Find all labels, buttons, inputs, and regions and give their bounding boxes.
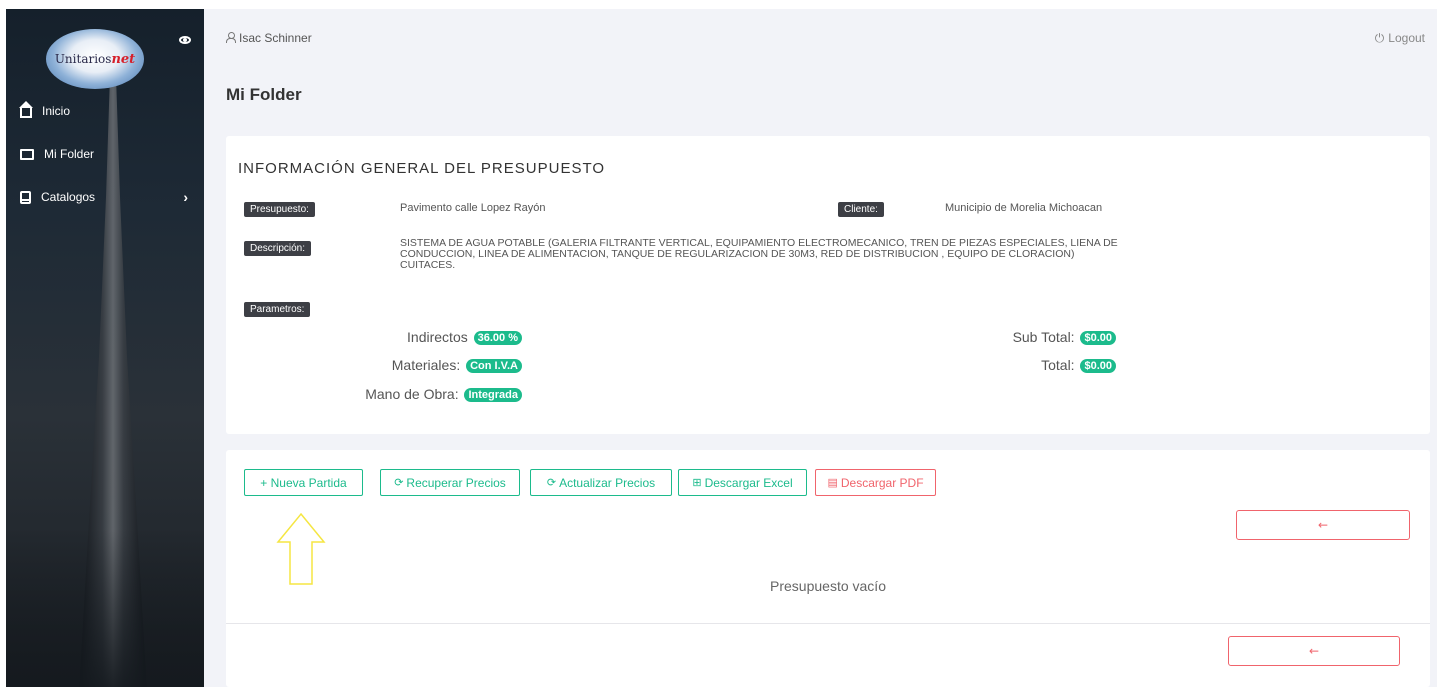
refresh-icon: ⟳ (546, 477, 557, 489)
sidebar-item-label: Inicio (42, 104, 71, 118)
descargar-excel-label: Descargar Excel (704, 475, 793, 490)
subtotal-row: Sub Total: $0.00 (866, 329, 1116, 345)
sidebar-item-label: Catalogos (41, 190, 96, 204)
user-menu[interactable]: Isac Schinner (226, 31, 312, 45)
subtotal-badge: $0.00 (1080, 331, 1116, 345)
sidebar-item-catalogos[interactable]: Catalogos › (6, 182, 204, 212)
descargar-pdf-label: Descargar PDF (840, 475, 924, 490)
descargar-excel-button[interactable]: ⊞ Descargar Excel (678, 469, 807, 496)
home-icon (19, 101, 33, 118)
up-arrow-annotation-icon (276, 512, 326, 585)
total-row: Total: $0.00 (866, 357, 1116, 373)
indirectos-badge: 36.00 % (473, 331, 522, 345)
descripcion-label: Descripción: (244, 241, 312, 256)
logo-text: Unitarios (54, 52, 112, 66)
actualizar-precios-label: Actualizar Precios (559, 475, 656, 490)
materiales-badge: Con I.V.A (466, 359, 522, 373)
parametros-label: Parametros: (244, 302, 311, 317)
logo-accent: net (111, 51, 136, 67)
app-logo[interactable]: Unitarios net (46, 29, 144, 89)
card-title: INFORMACIÓN GENERAL DEL PRESUPUESTO (238, 160, 606, 177)
sidebar: Unitarios net Inicio Mi Folder Catalogos … (6, 9, 204, 687)
descargar-pdf-button[interactable]: ▤ Descargar PDF (815, 469, 936, 496)
materiales-label: Materiales: (391, 357, 461, 373)
indirectos-row: Indirectos 36.00 % (266, 329, 522, 345)
logout-button[interactable]: ⏻ Logout (1375, 31, 1425, 46)
materiales-row: Materiales: Con I.V.A (266, 357, 522, 373)
subtotal-label: Sub Total: (1012, 329, 1075, 345)
folder-icon (20, 148, 34, 160)
eye-icon[interactable] (179, 36, 191, 44)
back-button-bottom[interactable]: ← (1228, 636, 1400, 666)
main-content: Isac Schinner ⏻ Logout Mi Folder INFORMAC… (204, 9, 1437, 687)
user-icon (226, 32, 236, 43)
descripcion-value: SISTEMA DE AGUA POTABLE (GALERIA FILTRAN… (400, 237, 1118, 271)
power-icon: ⏻ (1374, 31, 1385, 45)
logout-label: Logout (1388, 31, 1425, 45)
mano-obra-row: Mano de Obra: Integrada (266, 386, 522, 402)
sidebar-item-label: Mi Folder (44, 147, 95, 161)
budget-info-card: INFORMACIÓN GENERAL DEL PRESUPUESTO Pres… (226, 136, 1430, 434)
total-label: Total: (1041, 357, 1075, 373)
cliente-value: Municipio de Morelia Michoacan (945, 202, 1103, 214)
recuperar-precios-label: Recuperar Precios (406, 475, 506, 490)
refresh-icon: ⟳ (394, 477, 404, 489)
user-name: Isac Schinner (239, 31, 312, 45)
page-title: Mi Folder (226, 85, 302, 104)
mano-obra-badge: Integrada (464, 388, 522, 402)
empty-budget-message: Presupuesto vacío (770, 578, 886, 594)
back-button-top[interactable]: ← (1236, 510, 1410, 540)
sidebar-item-inicio[interactable]: Inicio (6, 96, 204, 126)
partidas-card: + Nueva Partida ⟳ Recuperar Precios ⟳ Actu… (226, 450, 1430, 687)
indirectos-label: Indirectos (407, 329, 468, 345)
book-icon (20, 190, 31, 204)
topbar: Isac Schinner ⏻ Logout (204, 9, 1437, 59)
actualizar-precios-button[interactable]: ⟳ Actualizar Precios (530, 469, 672, 496)
total-badge: $0.00 (1080, 359, 1116, 373)
sidebar-item-mi-folder[interactable]: Mi Folder (6, 139, 204, 169)
file-icon: ▤ (827, 477, 838, 489)
nueva-partida-button[interactable]: + Nueva Partida (244, 469, 363, 496)
recuperar-precios-button[interactable]: ⟳ Recuperar Precios (380, 469, 520, 496)
mano-obra-label: Mano de Obra: (365, 386, 459, 402)
cliente-label: Cliente: (838, 202, 884, 217)
divider (226, 623, 1430, 624)
presupuesto-value: Pavimento calle Lopez Rayón (400, 202, 546, 214)
chevron-right-icon: › (183, 189, 188, 205)
presupuesto-label: Presupuesto: (244, 202, 315, 217)
grid-icon: ⊞ (692, 477, 702, 489)
